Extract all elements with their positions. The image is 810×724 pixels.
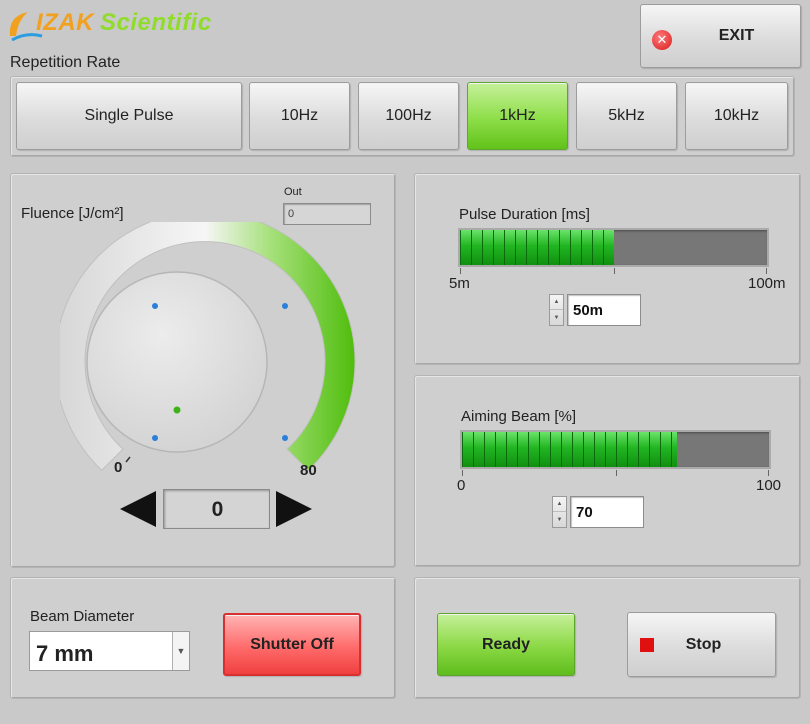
company-logo: IZAK Scientific [6, 2, 246, 46]
rate-button-1khz[interactable]: 1kHz [467, 82, 568, 150]
fluence-knob[interactable] [60, 222, 370, 482]
spin-up-icon[interactable]: ▲ [553, 497, 566, 512]
pulse-duration-scale [460, 268, 767, 274]
pulse-duration-max-label: 100m [748, 275, 786, 292]
rate-button-10khz[interactable]: 10kHz [685, 82, 788, 150]
fluence-value-box: 0 [163, 489, 270, 529]
aiming-beam-scale [462, 470, 769, 476]
aiming-beam-max-label: 100 [756, 477, 782, 494]
knob-face [86, 271, 268, 453]
exit-label: EXIT [718, 27, 755, 44]
exit-button[interactable]: ✕ EXIT [640, 4, 801, 68]
increase-fluence-button[interactable] [276, 491, 312, 527]
close-icon: ✕ [652, 30, 672, 50]
aiming-beam-input[interactable]: 70 [570, 496, 644, 528]
spin-down-icon[interactable]: ▼ [550, 310, 563, 325]
fluence-min-label: 0 [114, 459, 123, 476]
fluence-max-label: 80 [300, 462, 317, 479]
spin-down-icon[interactable]: ▼ [553, 512, 566, 527]
rate-button-10hz[interactable]: 10Hz [249, 82, 350, 150]
pulse-duration-bar-fill [460, 230, 614, 265]
chevron-down-icon[interactable]: ▼ [172, 632, 189, 670]
fluence-out-label: Out [284, 186, 302, 198]
beam-diameter-select[interactable]: 7 mm ▼ [29, 631, 190, 671]
pulse-duration-input[interactable]: 50m [567, 294, 641, 326]
aiming-beam-label: Aiming Beam [%] [461, 408, 577, 425]
repetition-rate-label: Repetition Rate [10, 54, 121, 71]
decrease-fluence-button[interactable] [120, 491, 156, 527]
rate-button-100hz[interactable]: 100Hz [358, 82, 459, 150]
beam-diameter-value: 7 mm [36, 641, 94, 666]
aiming-beam-bar[interactable] [460, 430, 771, 469]
ready-button[interactable]: Ready [437, 613, 575, 676]
knob-indicator-dot [173, 406, 181, 414]
pulse-duration-label: Pulse Duration [ms] [459, 206, 590, 223]
shutter-off-button[interactable]: Shutter Off [223, 613, 361, 676]
logo-text: IZAK Scientific [36, 9, 212, 36]
pulse-duration-spinner[interactable]: ▲ ▼ [549, 294, 564, 326]
spin-up-icon[interactable]: ▲ [550, 295, 563, 310]
fluence-label: Fluence [J/cm²] [21, 205, 124, 222]
stop-button[interactable]: Stop [627, 612, 776, 677]
aiming-beam-min-label: 0 [457, 477, 466, 494]
aiming-beam-bar-fill [462, 432, 677, 467]
rate-button-5khz[interactable]: 5kHz [576, 82, 677, 150]
stop-icon [640, 638, 654, 652]
stop-label: Stop [685, 635, 722, 653]
pulse-duration-min-label: 5m [449, 275, 470, 292]
rate-button-single-pulse[interactable]: Single Pulse [16, 82, 242, 150]
fluence-value-display: 0 [211, 498, 224, 521]
beam-diameter-label: Beam Diameter [30, 608, 135, 625]
aiming-beam-spinner[interactable]: ▲ ▼ [552, 496, 567, 528]
pulse-duration-bar[interactable] [458, 228, 769, 267]
